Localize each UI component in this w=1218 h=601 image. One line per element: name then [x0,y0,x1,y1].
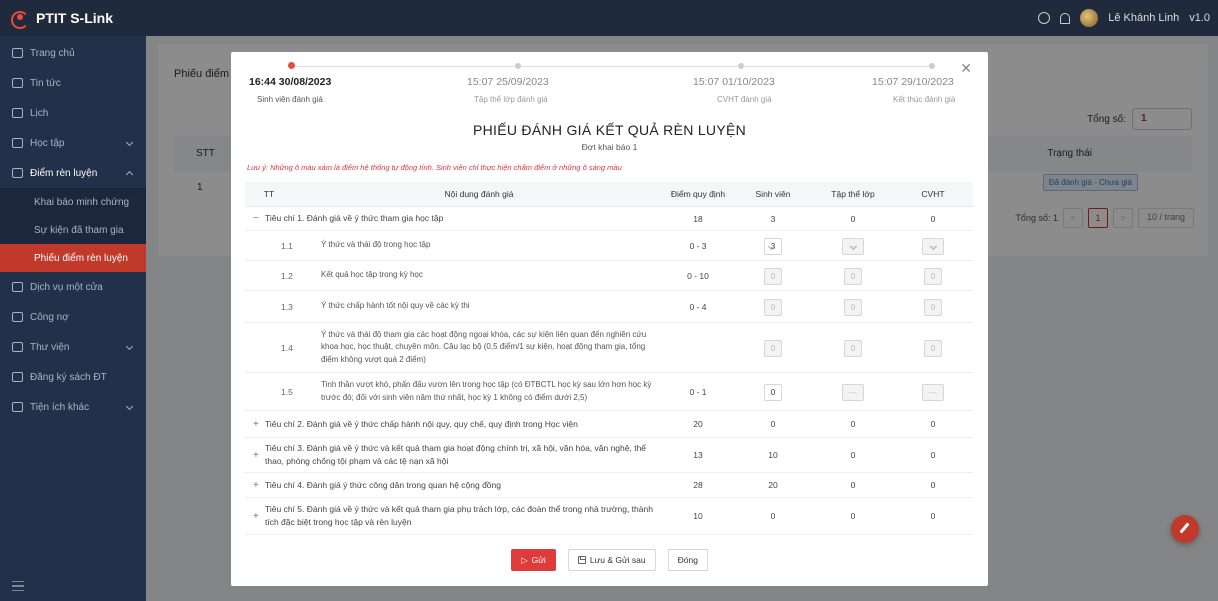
student-score-input: 0 [763,298,783,316]
sidebar: Trang chủ Tin tức Lịch Học tập Điểm rèn … [0,36,146,601]
book-icon [12,372,23,382]
advisor-score-input: 0 [923,298,943,316]
step-dot-active [288,62,295,69]
criterion-row[interactable]: + Tiêu chí 4. Đánh giá ý thức công dân t… [245,473,973,498]
class-score-input: 0 [843,267,863,285]
app-version: v1.0 [1189,12,1210,24]
score-sheet-modal: ✕ 16:44 30/08/2023 Sinh viên đánh giá 15… [231,52,988,586]
sidebar-item-calendar[interactable]: Lịch [0,98,146,128]
progress-steps: 16:44 30/08/2023 Sinh viên đánh giá 15:0… [247,58,973,108]
ptit-logo-icon [10,9,29,29]
sidebar-item-one-stop[interactable]: Dịch vụ một cửa [0,272,146,302]
info-icon[interactable] [1038,12,1051,24]
subcriterion-row: 1.1 Ý thức và thái độ trong học tập 0 - … [245,231,973,261]
document-icon [12,282,23,292]
calendar-icon [12,108,23,118]
sidebar-item-debt[interactable]: Công nợ [0,302,146,332]
subcriterion-row: 1.3 Ý thức chấp hành tốt nội quy về các … [245,291,973,323]
money-icon [12,312,23,322]
send-button[interactable]: ▷ Gửi [511,549,556,571]
modal-subtitle: Đợt khai báo 1 [581,142,638,152]
bell-icon[interactable] [1060,12,1071,24]
step-dot [929,63,935,69]
sidebar-subitem-evidence[interactable]: Khai báo minh chứng [0,188,146,216]
avatar[interactable] [1080,9,1099,27]
app-logo[interactable]: PTIT S-Link [0,9,148,29]
step-dot [515,63,521,69]
criterion-row[interactable]: + Tiêu chí 2. Đánh giá về ý thức chấp hà… [245,411,973,438]
modal-title: PHIẾU ĐÁNH GIÁ KẾT QUẢ RÈN LUYỆN [472,122,747,138]
library-icon [12,342,23,352]
sidebar-subitem-score-sheet[interactable]: Phiếu điểm rèn luyện [0,244,146,272]
advisor-score-input: 0 [923,267,943,285]
news-icon [12,78,23,88]
advisor-score-input: --- [922,383,944,401]
chevron-down-icon [125,342,134,351]
score-table: TT Nội dung đánh giá Điểm quy định Sinh … [245,182,973,535]
save-later-button[interactable]: Lưu & Gửi sau [567,549,656,571]
chevron-down-icon [125,138,134,147]
modal-note: Lưu ý: Những ô màu xám là điểm hệ thống … [247,163,622,172]
chevron-up-icon [125,170,134,179]
study-icon [12,138,23,148]
home-icon [12,48,23,58]
sidebar-item-utilities[interactable]: Tiện ích khác [0,392,146,422]
criterion-row[interactable]: + Tiêu chí 5. Đánh giá về ý thức và kết … [245,498,973,535]
class-score-input: --- [842,383,864,401]
class-score-input: 0 [843,298,863,316]
criterion-row[interactable]: + Tiêu chí 3. Đánh giá về ý thức và kết … [245,438,973,473]
advisor-score-select: --- [922,237,944,255]
sidebar-item-conduct-score[interactable]: Điểm rèn luyện [0,158,146,188]
menu-collapse-icon[interactable] [12,581,24,591]
sidebar-item-study[interactable]: Học tập [0,128,146,158]
user-icon [12,168,23,178]
sidebar-item-library[interactable]: Thư viện [0,332,146,362]
class-score-input: 0 [843,339,863,357]
send-icon: ▷ [521,554,528,565]
user-name[interactable]: Lê Khánh Linh [1108,12,1179,24]
close-button[interactable]: Đóng [667,549,708,571]
app-name: PTIT S-Link [36,10,113,26]
student-score-select[interactable]: 3 [763,237,783,255]
chevron-down-icon [125,402,134,411]
top-bar: PTIT S-Link Lê Khánh Linh v1.0 [0,0,1218,36]
subcriterion-row: 1.2 Kết quả học tập trong kỳ học 0 - 10 … [245,261,973,291]
sidebar-item-news[interactable]: Tin tức [0,68,146,98]
sidebar-item-book-register[interactable]: Đăng ký sách ĐT [0,362,146,392]
step-dot [738,63,744,69]
subcriterion-row: 1.5 Tinh thần vượt khó, phấn đấu vươn lê… [245,373,973,411]
save-icon [577,556,586,564]
grid-icon [12,402,23,412]
sidebar-item-home[interactable]: Trang chủ [0,38,146,68]
sidebar-subitem-events[interactable]: Sự kiện đã tham gia [0,216,146,244]
student-score-input: 0 [763,339,783,357]
edit-icon[interactable] [1171,515,1199,543]
criterion-row[interactable]: − Tiêu chí 1. Đánh giá về ý thức tham gi… [245,207,973,231]
subcriterion-row: 1.4 Ý thức và thái độ tham gia các hoạt … [245,323,973,373]
table-header: TT Nội dung đánh giá Điểm quy định Sinh … [245,182,973,207]
class-score-select: --- [842,237,864,255]
steps-line [291,66,933,67]
advisor-score-input: 0 [923,339,943,357]
student-score-input: 0 [763,267,783,285]
student-score-input[interactable]: 0 [763,383,783,401]
modal-footer: ▷ Gửi Lưu & Gửi sau Đóng [231,549,988,571]
